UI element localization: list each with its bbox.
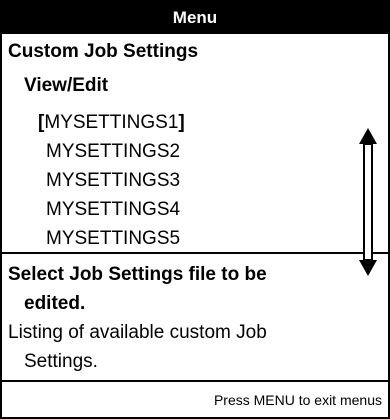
settings-item-label: MYSETTINGS3 xyxy=(46,170,181,191)
settings-item-1[interactable]: [MYSETTINGS1] xyxy=(38,108,185,137)
help-body-line2: Settings. xyxy=(24,351,98,372)
help-title-line1: Select Job Settings file to be xyxy=(8,264,267,285)
settings-item-4[interactable]: MYSETTINGS4 xyxy=(38,195,185,224)
settings-item-2[interactable]: MYSETTINGS2 xyxy=(38,137,185,166)
menu-subtitle: View/Edit xyxy=(24,75,109,96)
help-title-line2: edited. xyxy=(24,293,86,314)
menu-header: Menu xyxy=(2,2,388,34)
header-title: Menu xyxy=(172,8,218,27)
settings-list: [MYSETTINGS1] MYSETTINGS2 MYSETTINGS3 MY… xyxy=(38,108,185,253)
help-body: Listing of available custom Job Settings… xyxy=(8,318,368,376)
help-title: Select Job Settings file to be edited. xyxy=(8,260,368,318)
menu-area: Custom Job Settings View/Edit [MYSETTING… xyxy=(2,34,388,276)
help-area: Select Job Settings file to be edited. L… xyxy=(2,254,388,382)
footer-hint-text: Press MENU to exit menus xyxy=(213,391,382,408)
settings-item-3[interactable]: MYSETTINGS3 xyxy=(38,166,185,195)
settings-item-5[interactable]: MYSETTINGS5 xyxy=(38,224,185,253)
selection-close-bracket: ] xyxy=(178,112,185,133)
settings-item-label: MYSETTINGS1 xyxy=(44,112,179,133)
help-body-line1: Listing of available custom Job xyxy=(8,322,267,343)
settings-item-label: MYSETTINGS2 xyxy=(46,141,181,162)
footer-hint: Press MENU to exit menus xyxy=(2,382,388,417)
settings-item-label: MYSETTINGS4 xyxy=(46,199,181,220)
settings-item-label: MYSETTINGS5 xyxy=(46,228,181,249)
control-panel-display: Menu Custom Job Settings View/Edit [MYSE… xyxy=(0,0,390,419)
menu-title: Custom Job Settings xyxy=(8,41,199,62)
